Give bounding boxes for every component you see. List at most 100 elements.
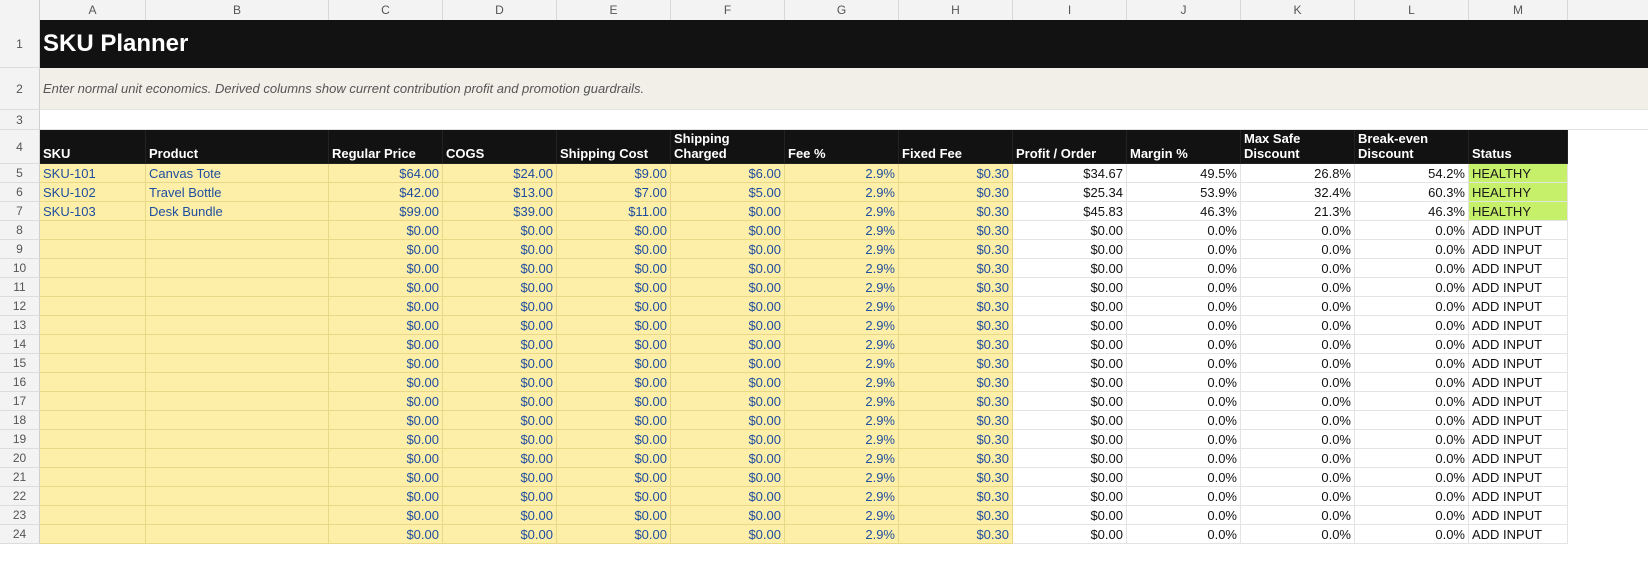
cell-breakeven[interactable]: 46.3% [1355,202,1469,221]
cell-max-discount[interactable]: 0.0% [1241,506,1355,525]
cell-margin[interactable]: 0.0% [1127,430,1241,449]
cell-margin[interactable]: 0.0% [1127,259,1241,278]
column-header-d[interactable]: D [443,0,557,20]
cell-cogs[interactable]: $0.00 [443,278,557,297]
row-number[interactable]: 13 [0,316,40,335]
cell-breakeven[interactable]: 0.0% [1355,430,1469,449]
cell-margin[interactable]: 53.9% [1127,183,1241,202]
cell-ship-cost[interactable]: $9.00 [557,164,671,183]
cell-fixed-fee[interactable]: $0.30 [899,449,1013,468]
cell-margin[interactable]: 49.5% [1127,164,1241,183]
cell-product[interactable] [146,240,329,259]
header-fee-pct[interactable]: Fee % [785,130,899,164]
cell-profit[interactable]: $0.00 [1013,335,1127,354]
cell-fee-pct[interactable]: 2.9% [785,354,899,373]
header-ship-cost[interactable]: Shipping Cost [557,130,671,164]
row-number[interactable]: 10 [0,259,40,278]
column-header-j[interactable]: J [1127,0,1241,20]
cell-max-discount[interactable]: 0.0% [1241,354,1355,373]
cell-product[interactable] [146,525,329,544]
column-header-g[interactable]: G [785,0,899,20]
cell-cogs[interactable]: $0.00 [443,297,557,316]
cell-price[interactable]: $99.00 [329,202,443,221]
cell-sku[interactable] [40,316,146,335]
cell-margin[interactable]: 0.0% [1127,278,1241,297]
cell-ship-cost[interactable]: $0.00 [557,221,671,240]
column-header-b[interactable]: B [146,0,329,20]
cell-ship-cost[interactable]: $0.00 [557,373,671,392]
cell-product[interactable] [146,335,329,354]
cell-sku[interactable] [40,449,146,468]
cell-price[interactable]: $0.00 [329,297,443,316]
cell-status[interactable]: ADD INPUT [1469,525,1568,544]
cell-cogs[interactable]: $0.00 [443,468,557,487]
column-header-l[interactable]: L [1355,0,1469,20]
cell-max-discount[interactable]: 0.0% [1241,278,1355,297]
cell-status[interactable]: ADD INPUT [1469,354,1568,373]
cell-max-discount[interactable]: 0.0% [1241,449,1355,468]
cell-max-discount[interactable]: 0.0% [1241,487,1355,506]
cell-fixed-fee[interactable]: $0.30 [899,316,1013,335]
cell-cogs[interactable]: $0.00 [443,449,557,468]
cell-cogs[interactable]: $0.00 [443,487,557,506]
cell-margin[interactable]: 0.0% [1127,297,1241,316]
cell-price[interactable]: $0.00 [329,354,443,373]
cell-breakeven[interactable]: 0.0% [1355,449,1469,468]
cell-status[interactable]: ADD INPUT [1469,392,1568,411]
cell-product[interactable] [146,259,329,278]
cell-fee-pct[interactable]: 2.9% [785,506,899,525]
cell-product[interactable] [146,468,329,487]
cell-max-discount[interactable]: 0.0% [1241,221,1355,240]
cell-ship-charged[interactable]: $0.00 [671,468,785,487]
cell-ship-cost[interactable]: $0.00 [557,354,671,373]
cell-status[interactable]: HEALTHY [1469,183,1568,202]
cell-max-discount[interactable]: 0.0% [1241,335,1355,354]
cell-fixed-fee[interactable]: $0.30 [899,164,1013,183]
cell-sku[interactable] [40,354,146,373]
column-header-e[interactable]: E [557,0,671,20]
cell-price[interactable]: $64.00 [329,164,443,183]
header-margin[interactable]: Margin % [1127,130,1241,164]
cell-fixed-fee[interactable]: $0.30 [899,240,1013,259]
row-number[interactable]: 18 [0,411,40,430]
cell-ship-cost[interactable]: $0.00 [557,278,671,297]
cell-sku[interactable] [40,278,146,297]
cell-sku[interactable] [40,506,146,525]
row-number[interactable]: 24 [0,525,40,544]
cell-margin[interactable]: 0.0% [1127,373,1241,392]
header-profit[interactable]: Profit / Order [1013,130,1127,164]
cell-product[interactable] [146,316,329,335]
cell-margin[interactable]: 0.0% [1127,335,1241,354]
column-header-k[interactable]: K [1241,0,1355,20]
cell-fee-pct[interactable]: 2.9% [785,278,899,297]
cell-fixed-fee[interactable]: $0.30 [899,525,1013,544]
cell-status[interactable]: ADD INPUT [1469,449,1568,468]
cell-status[interactable]: ADD INPUT [1469,468,1568,487]
cell-ship-cost[interactable]: $0.00 [557,335,671,354]
cell-margin[interactable]: 0.0% [1127,316,1241,335]
row-number[interactable]: 17 [0,392,40,411]
row-number[interactable]: 1 [0,20,40,68]
cell-sku[interactable] [40,297,146,316]
row-number[interactable]: 8 [0,221,40,240]
cell-max-discount[interactable]: 0.0% [1241,392,1355,411]
cell-ship-charged[interactable]: $0.00 [671,221,785,240]
cell-fixed-fee[interactable]: $0.30 [899,297,1013,316]
cell-fee-pct[interactable]: 2.9% [785,221,899,240]
cell-ship-charged[interactable]: $0.00 [671,335,785,354]
cell-fee-pct[interactable]: 2.9% [785,487,899,506]
cell-margin[interactable]: 46.3% [1127,202,1241,221]
cell-price[interactable]: $0.00 [329,506,443,525]
cell-ship-cost[interactable]: $0.00 [557,240,671,259]
cell-max-discount[interactable]: 0.0% [1241,240,1355,259]
cell-cogs[interactable]: $0.00 [443,316,557,335]
cell-profit[interactable]: $0.00 [1013,259,1127,278]
cell-fee-pct[interactable]: 2.9% [785,373,899,392]
row-number[interactable]: 21 [0,468,40,487]
cell-ship-cost[interactable]: $11.00 [557,202,671,221]
cell-product[interactable] [146,411,329,430]
cell-cogs[interactable]: $0.00 [443,430,557,449]
cell-breakeven[interactable]: 0.0% [1355,411,1469,430]
cell-cogs[interactable]: $0.00 [443,525,557,544]
row-number[interactable]: 14 [0,335,40,354]
